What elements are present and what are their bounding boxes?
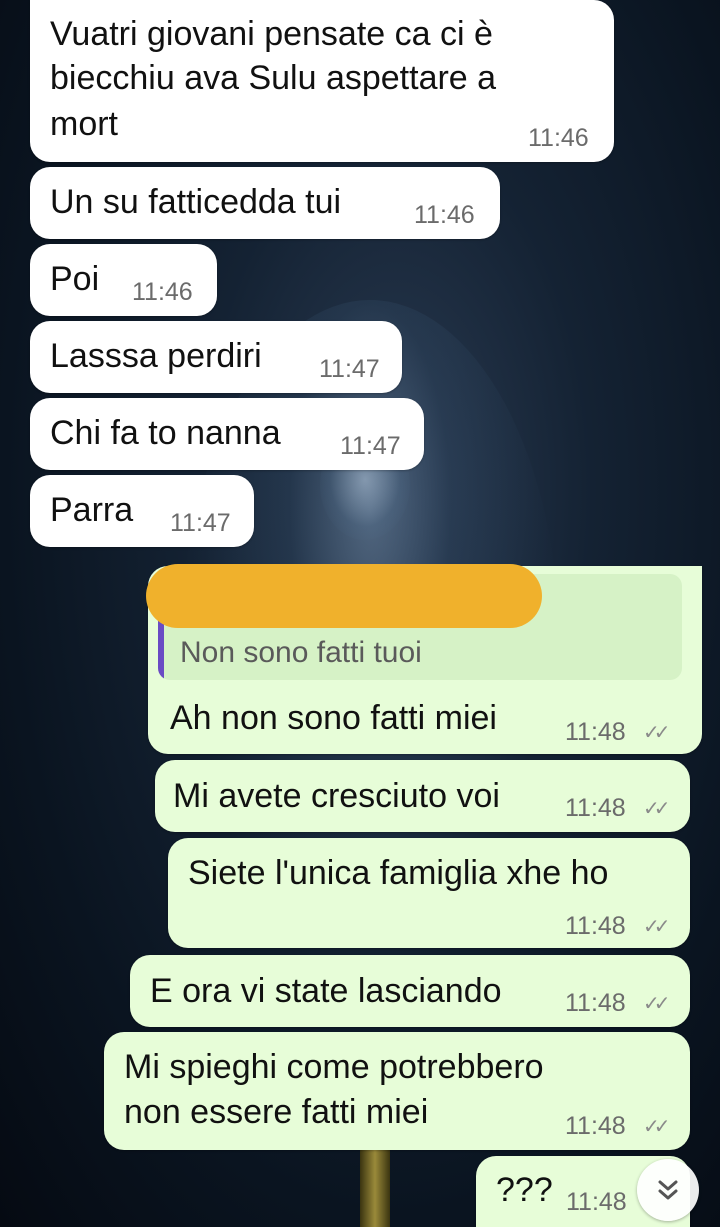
message-text-line: mort xyxy=(50,105,118,143)
scroll-down-glyph xyxy=(658,1180,678,1200)
message-time: 11:48 xyxy=(565,912,626,940)
message-text-line: Un su fatticedda tui xyxy=(50,183,342,221)
message-text-line: Mi spieghi come potrebbero xyxy=(124,1048,544,1086)
message-time: 11:48 xyxy=(565,989,626,1017)
double-check-icon: ✓✓ xyxy=(643,722,670,744)
message-text-line: Parra xyxy=(50,491,134,529)
message-text-line: Siete l'unica famiglia xhe ho xyxy=(188,854,609,892)
message-outgoing[interactable]: E ora vi state lasciando 11:48 ✓✓ xyxy=(130,955,690,1027)
message-incoming[interactable]: Parra 11:47 xyxy=(30,475,254,547)
message-text-line: Mi avete cresciuto voi xyxy=(173,777,500,815)
message-outgoing[interactable]: Mi spieghi come potrebbero non essere fa… xyxy=(104,1032,690,1150)
message-text-line: Chi fa to nanna xyxy=(50,414,281,452)
message-time: 11:47 xyxy=(170,509,231,537)
message-time: 11:46 xyxy=(414,201,475,229)
double-check-icon: ✓✓ xyxy=(643,798,670,820)
message-text-line: ??? xyxy=(496,1171,553,1209)
message-outgoing[interactable]: Siete l'unica famiglia xhe ho 11:48 ✓✓ xyxy=(168,838,690,948)
redaction-mark xyxy=(146,564,542,628)
message-text-line: Poi xyxy=(50,260,100,298)
message-incoming[interactable]: Chi fa to nanna 11:47 xyxy=(30,398,424,470)
message-time: 11:47 xyxy=(319,355,380,383)
message-text-line: Ah non sono fatti miei xyxy=(170,699,497,737)
message-incoming[interactable]: Lasssa perdiri 11:47 xyxy=(30,321,402,393)
double-check-icon: ✓✓ xyxy=(643,916,670,938)
message-time: 11:47 xyxy=(340,432,401,460)
message-text-line: Vuatri giovani pensate ca ci è xyxy=(50,15,493,53)
message-text-line: non essere fatti miei xyxy=(124,1093,429,1131)
double-check-icon: ✓✓ xyxy=(643,1116,670,1138)
message-text-line: E ora vi state lasciando xyxy=(150,972,502,1010)
reply-quote-text: Non sono fatti tuoi xyxy=(180,636,422,669)
message-incoming[interactable]: Poi 11:46 xyxy=(30,244,217,316)
message-time: 11:48 xyxy=(565,794,626,822)
message-incoming[interactable]: Vuatri giovani pensate ca ci è biecchiu … xyxy=(30,0,614,162)
wallpaper-pole xyxy=(360,1150,390,1227)
message-outgoing[interactable]: Mi avete cresciuto voi 11:48 ✓✓ xyxy=(155,760,690,832)
message-incoming[interactable]: Un su fatticedda tui 11:46 xyxy=(30,167,500,239)
message-text-line: biecchiu ava Sulu aspettare a xyxy=(50,59,497,97)
message-time: 11:48 xyxy=(565,718,626,746)
double-check-icon: ✓✓ xyxy=(643,993,670,1015)
message-text-line: Lasssa perdiri xyxy=(50,337,262,375)
message-time: 11:46 xyxy=(528,124,589,152)
message-time: 11:48 xyxy=(566,1188,627,1216)
message-time: 11:46 xyxy=(132,278,193,306)
double-chevron-down-icon[interactable] xyxy=(637,1159,699,1221)
message-time: 11:48 xyxy=(565,1112,626,1140)
